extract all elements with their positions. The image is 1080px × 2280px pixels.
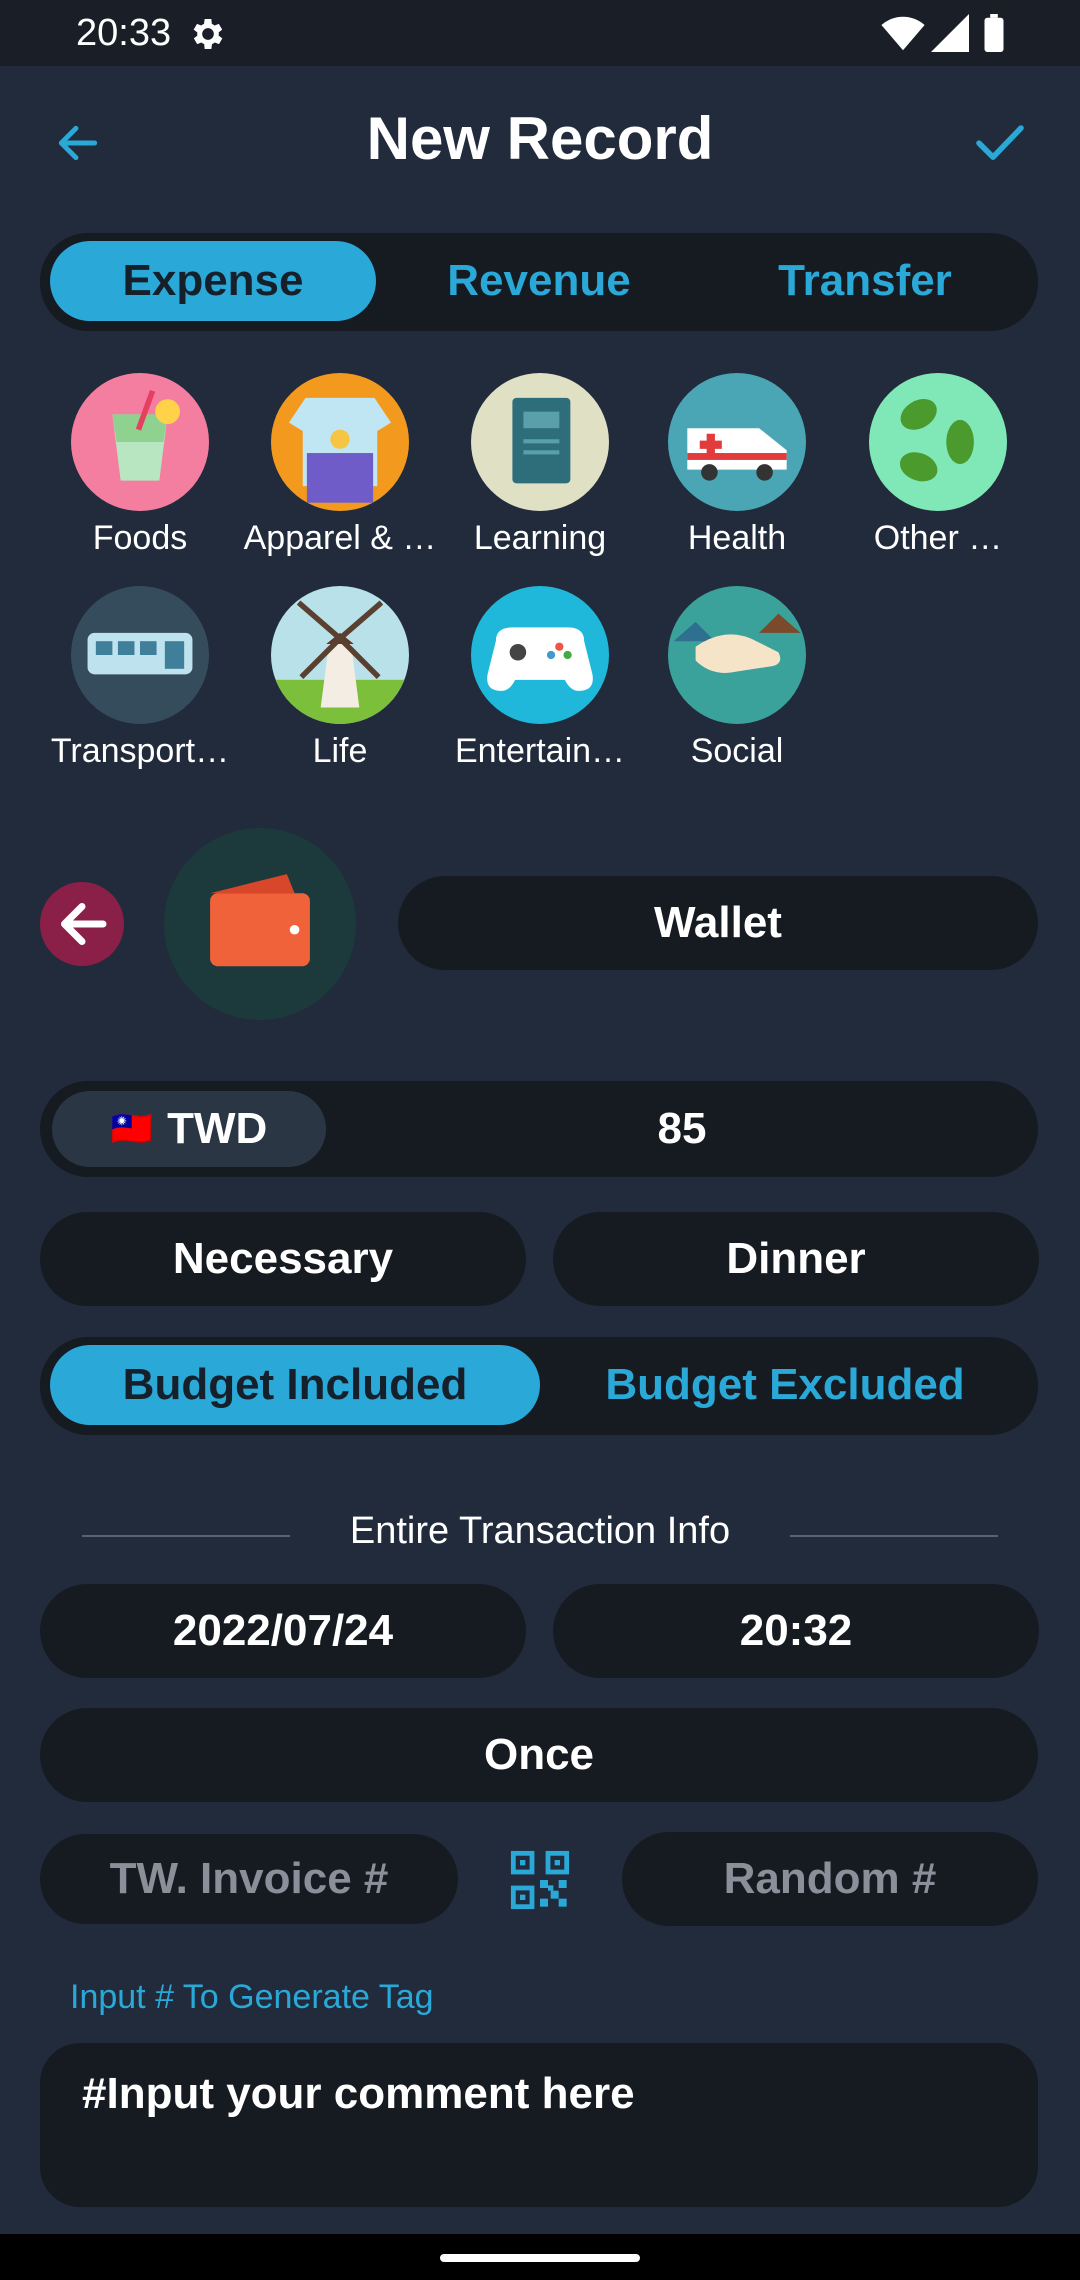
- page-title: New Record: [366, 105, 714, 172]
- category-label: Entertain…: [454, 732, 626, 770]
- invoice-number-input[interactable]: TW. Invoice #: [40, 1834, 458, 1924]
- category-label: Health: [687, 519, 787, 557]
- comment-placeholder: #Input your comment here: [82, 2069, 635, 2118]
- entertainment-icon: [471, 586, 609, 724]
- account-selector[interactable]: Wallet: [398, 876, 1038, 970]
- tab-budget-included[interactable]: Budget Included: [50, 1345, 540, 1425]
- gear-icon: [193, 19, 223, 49]
- qr-code-scan-icon[interactable]: [508, 1848, 572, 1912]
- record-type-tabs: Expense Revenue Transfer: [40, 233, 1038, 331]
- tab-expense[interactable]: Expense: [50, 241, 376, 321]
- date-field[interactable]: 2022/07/24: [40, 1584, 526, 1678]
- transport-icon: [71, 586, 209, 724]
- battery-icon: [984, 14, 1004, 52]
- category-social[interactable]: Social: [637, 586, 837, 771]
- wifi-icon: [881, 16, 925, 51]
- necessity-selector[interactable]: Necessary: [40, 1212, 526, 1306]
- category-label: Other …: [873, 519, 1003, 557]
- section-heading: Entire Transaction Info: [349, 1510, 731, 1552]
- category-label: Learning: [473, 519, 607, 557]
- category-label: Apparel & …: [243, 519, 437, 557]
- status-time: 20:33: [76, 12, 172, 54]
- amount-input[interactable]: 85: [326, 1081, 1038, 1177]
- category-learning[interactable]: Learning: [440, 373, 640, 558]
- arrow-left-icon: [61, 903, 107, 945]
- life-icon: [271, 586, 409, 724]
- home-indicator[interactable]: [440, 2254, 640, 2262]
- currency-code: TWD: [167, 1104, 268, 1153]
- currency-selector[interactable]: 🇹🇼 TWD: [52, 1091, 326, 1167]
- category-other[interactable]: Other …: [838, 373, 1038, 558]
- time-field[interactable]: 20:32: [553, 1584, 1039, 1678]
- account-avatar[interactable]: [164, 828, 356, 1020]
- divider-right: [790, 1535, 998, 1537]
- tab-transfer[interactable]: Transfer: [702, 241, 1028, 321]
- tab-budget-excluded[interactable]: Budget Excluded: [540, 1345, 1030, 1425]
- category-health[interactable]: Health: [637, 373, 837, 558]
- budget-tabs: Budget Included Budget Excluded: [40, 1337, 1038, 1435]
- checkmark-icon[interactable]: [970, 114, 1030, 170]
- social-icon: [668, 586, 806, 724]
- category-apparel[interactable]: Apparel & …: [240, 373, 440, 558]
- wallet-icon: [210, 874, 310, 967]
- tab-revenue[interactable]: Revenue: [376, 241, 702, 321]
- category-life[interactable]: Life: [240, 586, 440, 771]
- category-transport[interactable]: Transport…: [40, 586, 240, 771]
- category-label: Transport…: [50, 732, 230, 770]
- signal-icon: [931, 14, 969, 52]
- comment-hint: Input # To Generate Tag: [70, 1978, 434, 2016]
- amount-field: 🇹🇼 TWD 85: [40, 1081, 1038, 1177]
- subcategory-selector[interactable]: Dinner: [553, 1212, 1039, 1306]
- category-label: Social: [690, 732, 784, 770]
- taiwan-flag-icon: 🇹🇼: [110, 1110, 154, 1148]
- other-icon: [869, 373, 1007, 511]
- swap-account-button[interactable]: [40, 882, 124, 966]
- divider-left: [82, 1535, 290, 1537]
- apparel-icon: [271, 373, 409, 511]
- health-icon: [668, 373, 806, 511]
- category-entertainment[interactable]: Entertain…: [440, 586, 640, 771]
- random-number-input[interactable]: Random #: [622, 1832, 1038, 1926]
- category-label: Life: [312, 732, 368, 770]
- learning-icon: [471, 373, 609, 511]
- foods-icon: [71, 373, 209, 511]
- category-foods[interactable]: Foods: [40, 373, 240, 558]
- category-label: Foods: [92, 519, 188, 557]
- repeat-selector[interactable]: Once: [40, 1708, 1038, 1802]
- comment-input[interactable]: #Input your comment here: [40, 2043, 1038, 2207]
